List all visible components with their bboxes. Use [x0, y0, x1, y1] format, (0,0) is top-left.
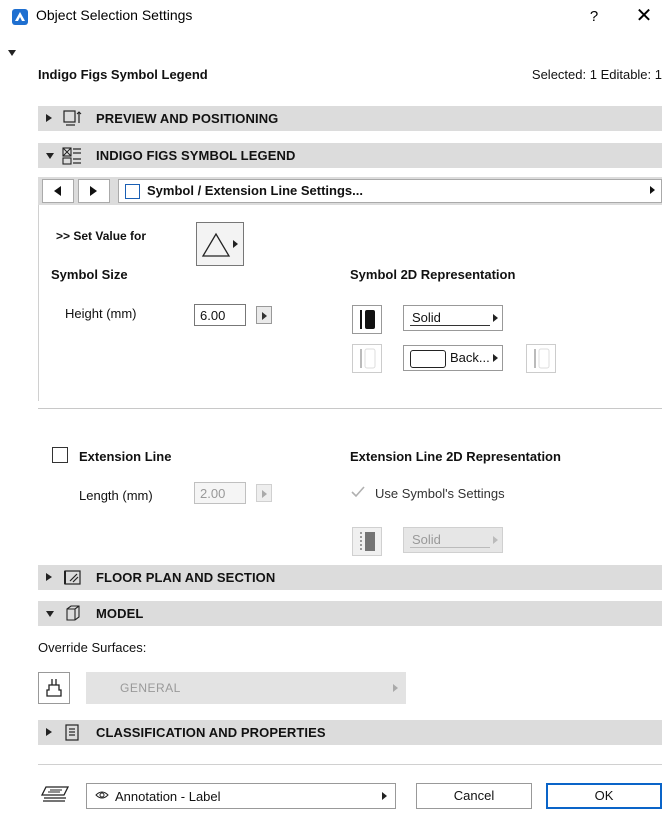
page-navigation-bar: Symbol / Extension Line Settings... — [38, 177, 662, 205]
background-pen-button[interactable] — [352, 344, 382, 373]
properties-list-icon — [65, 724, 79, 741]
collapse-icon — [46, 153, 54, 159]
section-label: CLASSIFICATION AND PROPERTIES — [96, 725, 326, 740]
page-border — [38, 205, 39, 401]
section-label: MODEL — [96, 606, 144, 621]
page-selector-label: Symbol / Extension Line Settings... — [147, 183, 363, 198]
height-options-button[interactable] — [256, 306, 272, 324]
arrow-right-icon — [262, 490, 267, 498]
height-input[interactable]: 6.00 — [194, 304, 246, 326]
extension-line-checkbox[interactable] — [52, 447, 68, 463]
cancel-button[interactable]: Cancel — [416, 783, 532, 809]
fill-type-popup[interactable]: Solid — [403, 305, 503, 331]
section-preview-positioning[interactable]: PREVIEW AND POSITIONING — [38, 106, 662, 131]
page-selector[interactable]: Symbol / Extension Line Settings... — [118, 179, 662, 203]
use-symbol-checkbox[interactable] — [350, 484, 366, 500]
paint-brush-icon — [46, 679, 62, 697]
model-cube-icon — [66, 605, 80, 621]
section-label: PREVIEW AND POSITIONING — [96, 111, 279, 126]
override-surfaces-label: Override Surfaces: — [38, 640, 147, 655]
symbol-size-heading: Symbol Size — [51, 267, 128, 282]
pen-dotted-icon — [360, 532, 375, 551]
eye-icon — [95, 791, 109, 799]
extension-2d-rep-heading: Extension Line 2D Representation — [350, 449, 561, 464]
help-button[interactable]: ? — [580, 4, 608, 30]
height-label: Height (mm) — [65, 306, 137, 321]
expand-icon — [46, 728, 52, 736]
layer-popup[interactable]: Annotation - Label — [86, 783, 396, 809]
arrow-right-icon — [90, 186, 97, 196]
pen-empty-icon — [360, 348, 376, 369]
line-underline — [410, 547, 490, 548]
set-value-label: >> Set Value for — [56, 229, 147, 243]
override-surface-toggle[interactable] — [38, 672, 70, 704]
collapse-icon — [46, 611, 54, 617]
dropdown-arrow-icon — [650, 186, 655, 194]
use-symbol-label: Use Symbol's Settings — [375, 486, 505, 501]
object-name: Indigo Figs Symbol Legend — [38, 67, 208, 82]
length-label: Length (mm) — [79, 488, 153, 503]
section-model[interactable]: MODEL — [38, 601, 662, 626]
section-label: INDIGO FIGS SYMBOL LEGEND — [96, 148, 296, 163]
collapse-marker-icon — [8, 50, 16, 56]
background-pen-button-2[interactable] — [526, 344, 556, 373]
surface-popup[interactable]: GENERAL — [86, 672, 406, 704]
expand-icon — [46, 573, 52, 581]
dropdown-arrow-icon — [393, 684, 398, 692]
dropdown-arrow-icon — [493, 536, 498, 544]
floor-plan-icon — [64, 570, 81, 585]
footer-divider — [38, 764, 662, 765]
section-classification[interactable]: CLASSIFICATION AND PROPERTIES — [38, 720, 662, 745]
dropdown-arrow-icon — [493, 314, 498, 322]
layer-stack-icon[interactable] — [40, 783, 72, 807]
pen-solid-icon — [360, 310, 375, 329]
previous-page-button[interactable] — [42, 179, 74, 203]
line-type-value: Solid — [412, 532, 441, 547]
legend-icon — [62, 147, 81, 165]
symbol-2d-rep-heading: Symbol 2D Representation — [350, 267, 516, 282]
section-label: FLOOR PLAN AND SECTION — [96, 570, 276, 585]
next-page-button[interactable] — [78, 179, 110, 203]
background-popup[interactable]: Back... — [403, 345, 503, 371]
line-type-popup[interactable]: Solid — [403, 527, 503, 553]
section-divider — [38, 408, 662, 409]
section-symbol-legend[interactable]: INDIGO FIGS SYMBOL LEGEND — [38, 143, 662, 168]
expand-icon — [46, 114, 52, 122]
close-button[interactable]: ✕ — [630, 4, 658, 30]
symbol-shape-picker[interactable] — [196, 222, 244, 266]
ok-button[interactable]: OK — [546, 783, 662, 809]
triangle-symbol-icon — [201, 232, 238, 257]
arrow-right-icon — [262, 312, 267, 320]
symbol-pen-button[interactable] — [352, 305, 382, 334]
pen-empty-icon — [534, 348, 550, 369]
archicad-app-icon — [12, 9, 28, 25]
fill-type-value: Solid — [412, 310, 441, 325]
extension-line-label: Extension Line — [79, 449, 172, 464]
arrow-left-icon — [54, 186, 61, 196]
window-title: Object Selection Settings — [36, 7, 193, 23]
preview-positioning-icon — [63, 110, 82, 126]
dropdown-arrow-icon — [493, 354, 498, 362]
fill-underline — [410, 325, 490, 326]
length-input[interactable]: 2.00 — [194, 482, 246, 504]
section-floor-plan[interactable]: FLOOR PLAN AND SECTION — [38, 565, 662, 590]
extension-pen-button[interactable] — [352, 527, 382, 556]
background-swatch — [410, 350, 446, 368]
layer-value: Annotation - Label — [115, 789, 221, 804]
length-options-button[interactable] — [256, 484, 272, 502]
page-icon — [125, 184, 140, 199]
surface-value: GENERAL — [120, 681, 181, 695]
background-label: Back... — [450, 350, 490, 365]
dropdown-arrow-icon — [382, 792, 387, 800]
selection-info: Selected: 1 Editable: 1 — [531, 67, 662, 82]
